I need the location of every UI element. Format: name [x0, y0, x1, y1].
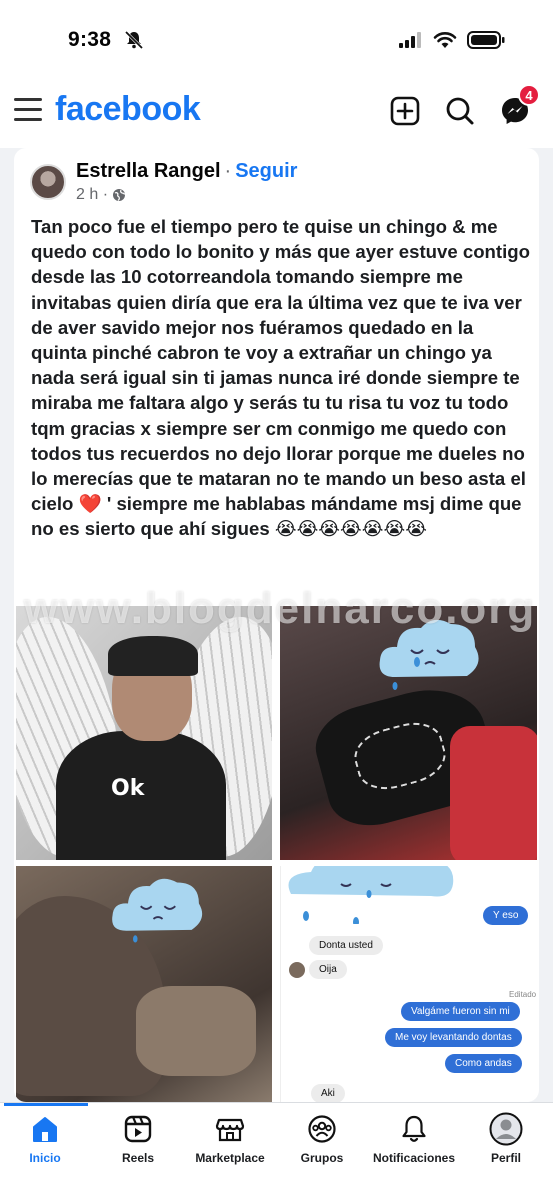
nav-profile[interactable]: Perfil — [451, 1111, 553, 1165]
groups-icon — [308, 1115, 336, 1143]
chat-edited-label: Editado — [509, 990, 537, 999]
separator-dot: · — [224, 160, 232, 182]
post-meta: 2 h · — [76, 186, 126, 204]
marketplace-icon — [215, 1118, 245, 1142]
author-name[interactable]: Estrella Rangel — [76, 160, 221, 182]
post-photo-3[interactable] — [16, 866, 272, 1102]
post-photo-2[interactable] — [280, 606, 537, 860]
chat-message-out: Como andas — [445, 1054, 522, 1073]
post-photo-1[interactable]: Ok — [16, 606, 272, 860]
active-tab-indicator — [4, 1103, 88, 1106]
post-header-line: Estrella Rangel · Seguir — [76, 160, 297, 183]
profile-icon — [489, 1112, 523, 1146]
post-text: Tan poco fue el tiempo pero te quise un … — [31, 216, 530, 540]
post-photo-4-chat-screenshot[interactable]: Y eso Donta usted Oija Editado Valgáme f… — [280, 866, 537, 1102]
app-header: facebook 4 — [0, 80, 553, 148]
shirt-text: Ok — [111, 776, 145, 801]
nav-label: Perfil — [490, 1151, 521, 1165]
plus-square-icon — [390, 96, 420, 126]
chat-message-in: Oija — [309, 960, 347, 979]
bottom-nav: Inicio Reels Marketplace Grupos Notifica… — [0, 1102, 553, 1200]
battery-icon — [467, 31, 505, 49]
wifi-icon — [433, 32, 457, 48]
avatar[interactable] — [30, 164, 66, 200]
crying-cloud-sticker — [112, 878, 203, 943]
chat-message-in: Donta usted — [309, 936, 383, 955]
search-icon — [446, 97, 474, 125]
facebook-logo[interactable]: facebook — [55, 90, 201, 129]
signal-icon — [399, 32, 421, 48]
post-card: Estrella Rangel · Seguir 2 h · Tan poco fu… — [14, 148, 539, 1102]
chat-message-in: Aki — [311, 1084, 345, 1102]
chat-message-out: Y eso — [483, 906, 529, 925]
chat-message-out: Me voy levantando dontas — [385, 1028, 522, 1047]
follow-button[interactable]: Seguir — [235, 160, 297, 182]
chat-avatar — [289, 962, 305, 978]
globe-icon — [113, 189, 126, 201]
crying-cloud-sticker — [288, 866, 454, 924]
messenger-badge: 4 — [518, 84, 540, 106]
search-button[interactable] — [443, 94, 477, 128]
home-icon — [33, 1117, 57, 1142]
messenger-button[interactable]: 4 — [498, 84, 540, 128]
post-time: 2 h · — [76, 186, 109, 203]
crying-cloud-sticker — [379, 619, 479, 690]
status-bar: 9:38 — [0, 0, 553, 80]
bell-slash-icon — [124, 30, 144, 50]
bell-icon — [402, 1115, 426, 1142]
chat-message-out: Valgáme fueron sin mi — [401, 1002, 520, 1021]
reels-icon — [124, 1115, 152, 1143]
status-time: 9:38 — [68, 28, 112, 51]
create-post-button[interactable] — [388, 94, 422, 128]
menu-icon[interactable] — [14, 98, 42, 122]
